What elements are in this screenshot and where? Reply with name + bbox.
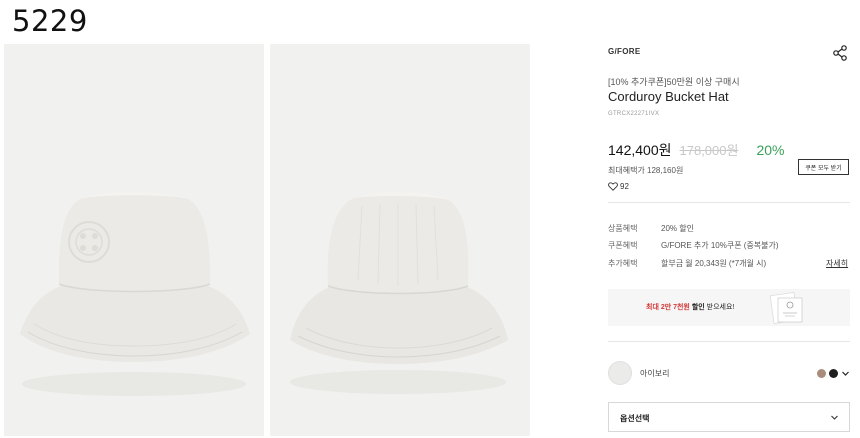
benefit-label: 쿠폰혜택 xyxy=(608,241,638,250)
product-image-front[interactable] xyxy=(4,44,264,436)
discount-banner[interactable]: 최대 2만 7천원 할인 받으세요! xyxy=(608,289,850,326)
option-select-label: 옵션선택 xyxy=(620,414,650,423)
selected-color-name: 아이보리 xyxy=(640,369,670,378)
product-image-side[interactable] xyxy=(270,44,530,436)
product-title: Corduroy Bucket Hat xyxy=(608,89,729,104)
chevron-down-icon xyxy=(831,415,838,420)
benefit-label: 추가혜택 xyxy=(608,259,638,268)
color-swatch-brown[interactable] xyxy=(817,369,826,378)
sale-price: 142,400원 xyxy=(608,142,672,158)
color-swatch-black[interactable] xyxy=(829,369,838,378)
brand-name[interactable]: G/FORE xyxy=(608,47,640,56)
bucket-hat-front-image xyxy=(4,44,264,436)
banner-rest: 받으세요! xyxy=(704,304,735,311)
wish-count: 92 xyxy=(620,182,629,191)
coupon-card-illustration xyxy=(769,292,803,324)
original-price: 178,000원 xyxy=(679,143,739,158)
screenshot-number: 5229 xyxy=(12,4,88,38)
share-icon[interactable] xyxy=(831,44,849,62)
discount-rate: 20% xyxy=(756,142,785,158)
benefit-detail-link[interactable]: 자세히 xyxy=(826,258,848,269)
price-row: 142,400원 178,000원 20% xyxy=(608,140,784,160)
wish-button[interactable]: 92 xyxy=(608,182,629,191)
benefit-value: 할부금 월 20,343원 (*7개월 시) xyxy=(661,259,767,268)
product-sku: GTRCX22271IVX xyxy=(608,111,660,117)
divider xyxy=(608,341,850,342)
benefit-row-extra: 추가혜택 할부금 월 20,343원 (*7개월 시) xyxy=(608,258,766,269)
banner-bold: 할인 xyxy=(691,304,705,311)
selected-color-swatch[interactable] xyxy=(608,361,632,385)
benefit-row-product: 상품혜택 20% 할인 xyxy=(608,223,694,234)
get-all-coupons-button[interactable]: 쿠폰 모두 받기 xyxy=(798,159,849,175)
bucket-hat-side-image xyxy=(270,44,530,436)
max-benefit-price: 최대혜택가 128,160원 xyxy=(608,166,684,175)
benefit-label: 상품혜택 xyxy=(608,224,638,233)
promo-line: [10% 추가쿠폰]50만원 이상 구매시 xyxy=(608,77,740,87)
divider xyxy=(608,202,850,203)
benefit-value: 20% 할인 xyxy=(661,224,694,233)
color-selector: 아이보리 xyxy=(608,360,850,386)
banner-highlight: 최대 2만 7천원 xyxy=(646,304,690,311)
chevron-down-icon[interactable] xyxy=(841,369,850,378)
banner-text: 최대 2만 7천원 할인 받으세요! xyxy=(646,302,734,312)
heart-icon xyxy=(608,182,618,191)
benefit-value: G/FORE 추가 10%쿠폰 (중복불가) xyxy=(661,241,779,250)
benefit-row-coupon: 쿠폰혜택 G/FORE 추가 10%쿠폰 (중복불가) xyxy=(608,240,779,251)
option-select-dropdown[interactable]: 옵션선택 xyxy=(608,402,850,432)
